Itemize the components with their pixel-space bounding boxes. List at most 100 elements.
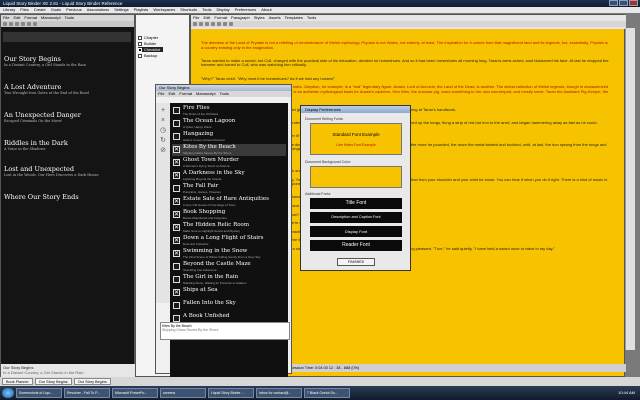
app-menu-item[interactable]: About: [261, 7, 271, 13]
panel-menu-item[interactable]: Manuscript: [196, 91, 216, 97]
app-menu-item[interactable]: Settings: [114, 7, 128, 13]
chapter-title[interactable]: A Lost Adventure: [4, 83, 61, 91]
down-icon[interactable]: [33, 22, 37, 26]
scene-checkbox[interactable]: [173, 315, 180, 322]
scene-checkbox[interactable]: ✕: [173, 172, 180, 179]
app-menu-item[interactable]: Library: [3, 7, 15, 13]
taskbar-task[interactable]: Liquid Story Binder ...: [208, 388, 254, 398]
panel-menu-item[interactable]: File: [158, 91, 164, 97]
app-menu-item[interactable]: Files: [20, 7, 28, 13]
scene-checkbox[interactable]: ✕: [173, 289, 180, 296]
app-menu-item[interactable]: Previous: [66, 7, 82, 13]
scene-checkbox[interactable]: [173, 185, 180, 192]
open-icon[interactable]: [9, 22, 13, 26]
add-icon[interactable]: +: [159, 107, 167, 115]
editor-menu-paragraph[interactable]: Paragraph: [231, 15, 250, 21]
app-menu-item[interactable]: Associations: [87, 7, 109, 13]
remove-icon[interactable]: ×: [159, 117, 167, 125]
app-menu-item[interactable]: Display: [217, 7, 230, 13]
italic-icon[interactable]: [199, 22, 203, 26]
bottom-tab[interactable]: Book Planner: [2, 378, 33, 385]
app-menu-item[interactable]: Playlists: [134, 7, 149, 13]
scene-checkbox[interactable]: ✕: [173, 211, 180, 218]
chapter-title[interactable]: Where Our Story Ends: [4, 193, 79, 201]
panel-menu-item[interactable]: Edit: [168, 91, 175, 97]
taskbar-task[interactable]: 7 Black Ocelot So...: [304, 388, 350, 398]
delete-icon[interactable]: [21, 22, 25, 26]
save-icon[interactable]: [15, 22, 19, 26]
scene-row[interactable]: The Fall Fair Pumpkins, Horses, Cheeses: [172, 183, 286, 195]
scene-row[interactable]: Hangazing Hatty's Comet, Arrives Discover: [172, 131, 286, 143]
scene-checkbox[interactable]: ✕: [173, 224, 180, 231]
scene-checkbox[interactable]: [173, 263, 180, 270]
scene-checkbox[interactable]: [173, 120, 180, 127]
align-right-icon[interactable]: [223, 22, 227, 26]
app-menu-item[interactable]: Tools: [202, 7, 211, 13]
reader-font-button[interactable]: Reader Font: [310, 240, 402, 251]
app-menu-item[interactable]: Shortcuts: [180, 7, 197, 13]
scene-checkbox[interactable]: [173, 276, 180, 283]
taskbar-task[interactable]: Revolver - Fall To P...: [64, 388, 110, 398]
scene-row[interactable]: ✕ Swimming in the Snow The Final Scene of …: [172, 248, 286, 260]
scene-row[interactable]: ✕ Down a Long Flight of Stairs Dust and Co…: [172, 235, 286, 247]
taskbar-task[interactable]: screens: [160, 388, 206, 398]
clock-icon[interactable]: ◷: [159, 127, 167, 135]
scene-checkbox[interactable]: [173, 107, 180, 114]
tree-checkbox[interactable]: [138, 53, 142, 58]
background-color-swatch[interactable]: [310, 166, 402, 188]
scene-row[interactable]: Fire Flies The Ruins of the Old Race: [172, 105, 286, 117]
display-font-button[interactable]: Display Font: [310, 226, 402, 237]
color-icon[interactable]: [229, 22, 233, 26]
scene-row[interactable]: ✕ Kites By the Beach Skipping Glass Stones…: [172, 144, 286, 156]
close-icon[interactable]: [629, 0, 638, 6]
panel-menu-item[interactable]: Edit: [13, 15, 20, 21]
bottom-tab[interactable]: Our Story Begins: [34, 378, 72, 385]
standard-font-example[interactable]: Standard Font Example: [311, 132, 401, 137]
tree-item[interactable]: Chapter: [138, 35, 158, 40]
app-menu-item[interactable]: Create: [34, 7, 46, 13]
taskbar-task[interactable]: Microsoft PowerPo...: [112, 388, 158, 398]
scene-row[interactable]: The Girl in the Rain Standing Alone, Wait…: [172, 274, 286, 286]
app-menu-item[interactable]: Preferences: [235, 7, 257, 13]
editor-menu-templates[interactable]: Templates: [285, 15, 303, 21]
tree-checkbox[interactable]: [138, 47, 142, 52]
app-menu-item[interactable]: Workspaces: [153, 7, 175, 13]
panel-menu-item[interactable]: Tools: [65, 15, 74, 21]
scene-row[interactable]: ✕ A Darkness in the Sky Lightning Beyond t…: [172, 170, 286, 182]
scene-checkbox[interactable]: ✕: [173, 250, 180, 257]
align-left-icon[interactable]: [211, 22, 215, 26]
scene-checkbox[interactable]: [173, 133, 180, 140]
panel-menu-item[interactable]: Manuscript: [41, 15, 61, 21]
editor-menu-assets[interactable]: Assets: [269, 15, 281, 21]
editor-menu-format[interactable]: Format: [214, 15, 227, 21]
editor-menu-tools[interactable]: Tools: [307, 15, 316, 21]
scene-checkbox[interactable]: ✕: [173, 237, 180, 244]
align-center-icon[interactable]: [217, 22, 221, 26]
tree-item[interactable]: Builder: [138, 41, 156, 46]
tree-item[interactable]: Checklist: [138, 47, 164, 52]
scene-row[interactable]: ✕ The Hidden Relic Room Make Sure to Highl…: [172, 222, 286, 234]
scene-checkbox[interactable]: ✕: [173, 159, 180, 166]
underline-icon[interactable]: [205, 22, 209, 26]
tree-checkbox[interactable]: [138, 35, 142, 40]
scene-row[interactable]: ✕ Ghost Town Murder A Woman's Dying Touch …: [172, 157, 286, 169]
tree-checkbox[interactable]: [138, 41, 142, 46]
scene-row[interactable]: Fallen Into the Sky: [172, 300, 286, 312]
minimize-icon[interactable]: [609, 0, 618, 6]
bold-icon[interactable]: [193, 22, 197, 26]
scene-row[interactable]: The Ocean Lagoon A Quiet, Happy Place: [172, 118, 286, 130]
scene-checkbox[interactable]: ✕: [173, 198, 180, 205]
bottom-tab[interactable]: Our Story Begins: [73, 378, 111, 385]
scene-checkbox[interactable]: ✕: [173, 146, 180, 153]
editor-scrollbar[interactable]: [625, 28, 635, 350]
panel-menu-item[interactable]: Tools: [220, 91, 229, 97]
start-button[interactable]: [2, 388, 14, 398]
maximize-icon[interactable]: [619, 0, 628, 6]
scene-row[interactable]: ✕ Book Shopping Books Abandoned and Forgot…: [172, 209, 286, 221]
editor-menu-styles[interactable]: Styles: [254, 15, 265, 21]
panel-menu-item[interactable]: File: [3, 15, 9, 21]
editor-menu-edit[interactable]: Edit: [203, 15, 210, 21]
chapter-title[interactable]: Lost and Unexpected: [4, 165, 74, 173]
title-font-button[interactable]: Title Font: [310, 198, 402, 209]
new-icon[interactable]: [3, 22, 7, 26]
